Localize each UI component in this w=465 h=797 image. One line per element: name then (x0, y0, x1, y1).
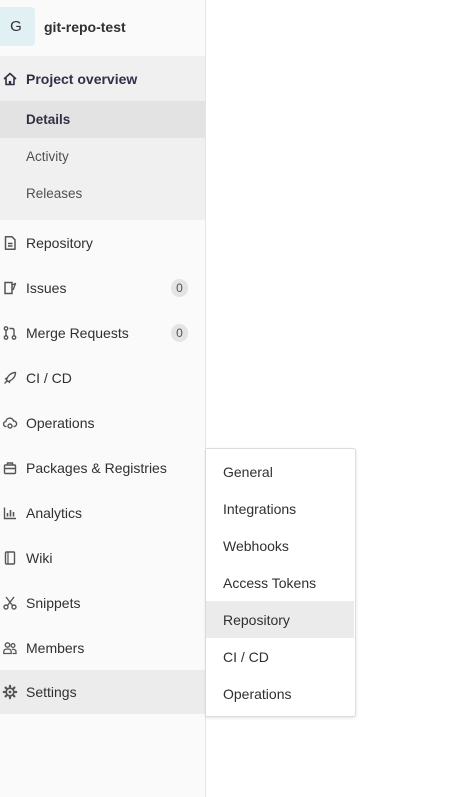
sidebar-item-label: Issues (26, 280, 67, 296)
sidebar-item-label: Wiki (26, 550, 53, 566)
flyout-item-label: General (223, 463, 273, 480)
sidebar-subitem-label: Details (26, 112, 71, 127)
users-icon (2, 640, 18, 656)
sidebar-subitem-releases[interactable]: Releases (0, 175, 205, 212)
sidebar-item-settings[interactable]: Settings (0, 670, 205, 714)
sidebar-item-project-overview[interactable]: Project overview (0, 57, 205, 101)
flyout-item-ci-cd[interactable]: CI / CD (206, 638, 354, 675)
flyout-item-label: Operations (223, 685, 292, 702)
book-icon (2, 550, 18, 566)
flyout-item-access-tokens[interactable]: Access Tokens (206, 564, 354, 601)
chart-icon (2, 505, 18, 521)
flyout-item-label: Webhooks (223, 537, 289, 554)
flyout-item-label: Integrations (223, 500, 297, 517)
merge-requests-count-badge: 0 (171, 324, 188, 342)
issues-count-badge: 0 (171, 279, 188, 297)
sidebar-item-repository[interactable]: Repository (0, 221, 205, 265)
sidebar-item-label: Members (26, 640, 85, 656)
sidebar-item-label: Packages & Registries (26, 460, 167, 476)
project-name: git-repo-test (44, 19, 126, 35)
settings-flyout-menu: General Integrations Webhooks Access Tok… (206, 448, 356, 717)
sidebar-subitem-label: Releases (26, 186, 83, 201)
sidebar-subitem-details[interactable]: Details (0, 101, 205, 138)
sidebar-item-label: Merge Requests (26, 325, 129, 341)
document-icon (2, 235, 18, 251)
gear-icon (2, 684, 18, 700)
sidebar-item-label: Analytics (26, 505, 83, 521)
sidebar-item-merge-requests[interactable]: Merge Requests 0 (0, 311, 205, 355)
sidebar-subitem-label: Activity (26, 149, 69, 164)
flyout-item-integrations[interactable]: Integrations (206, 490, 354, 527)
flyout-item-operations[interactable]: Operations (206, 675, 354, 712)
sidebar-item-label: CI / CD (26, 370, 72, 386)
rocket-icon (2, 370, 18, 386)
sidebar-item-ci-cd[interactable]: CI / CD (0, 356, 205, 400)
sidebar-item-label: Project overview (26, 71, 138, 87)
sidebar-subitem-activity[interactable]: Activity (0, 138, 205, 175)
sidebar-item-packages-registries[interactable]: Packages & Registries (0, 446, 205, 490)
flyout-item-webhooks[interactable]: Webhooks (206, 527, 354, 564)
package-icon (2, 460, 18, 476)
sidebar-item-label: Repository (26, 235, 93, 251)
flyout-item-general[interactable]: General (206, 453, 354, 490)
project-sidebar: G git-repo-test Project overview Details… (0, 0, 206, 797)
sidebar-item-wiki[interactable]: Wiki (0, 536, 205, 580)
flyout-item-repository[interactable]: Repository (206, 601, 354, 638)
sidebar-item-label: Settings (26, 684, 77, 700)
project-avatar: G (0, 7, 35, 46)
sidebar-item-issues[interactable]: Issues 0 (0, 266, 205, 310)
project-header[interactable]: G git-repo-test (0, 0, 205, 55)
sidebar-item-analytics[interactable]: Analytics (0, 491, 205, 535)
scissors-icon (2, 595, 18, 611)
cloud-gear-icon (2, 415, 18, 431)
sidebar-item-operations[interactable]: Operations (0, 401, 205, 445)
sidebar-item-label: Snippets (26, 595, 81, 611)
flyout-item-label: Access Tokens (223, 574, 317, 591)
sidebar-item-snippets[interactable]: Snippets (0, 581, 205, 625)
issues-icon (2, 280, 18, 296)
home-icon (2, 71, 18, 87)
sidebar-item-members[interactable]: Members (0, 626, 205, 670)
flyout-item-label: CI / CD (223, 648, 269, 665)
sidebar-item-label: Operations (26, 415, 95, 431)
merge-request-icon (2, 325, 18, 341)
flyout-item-label: Repository (223, 611, 290, 628)
